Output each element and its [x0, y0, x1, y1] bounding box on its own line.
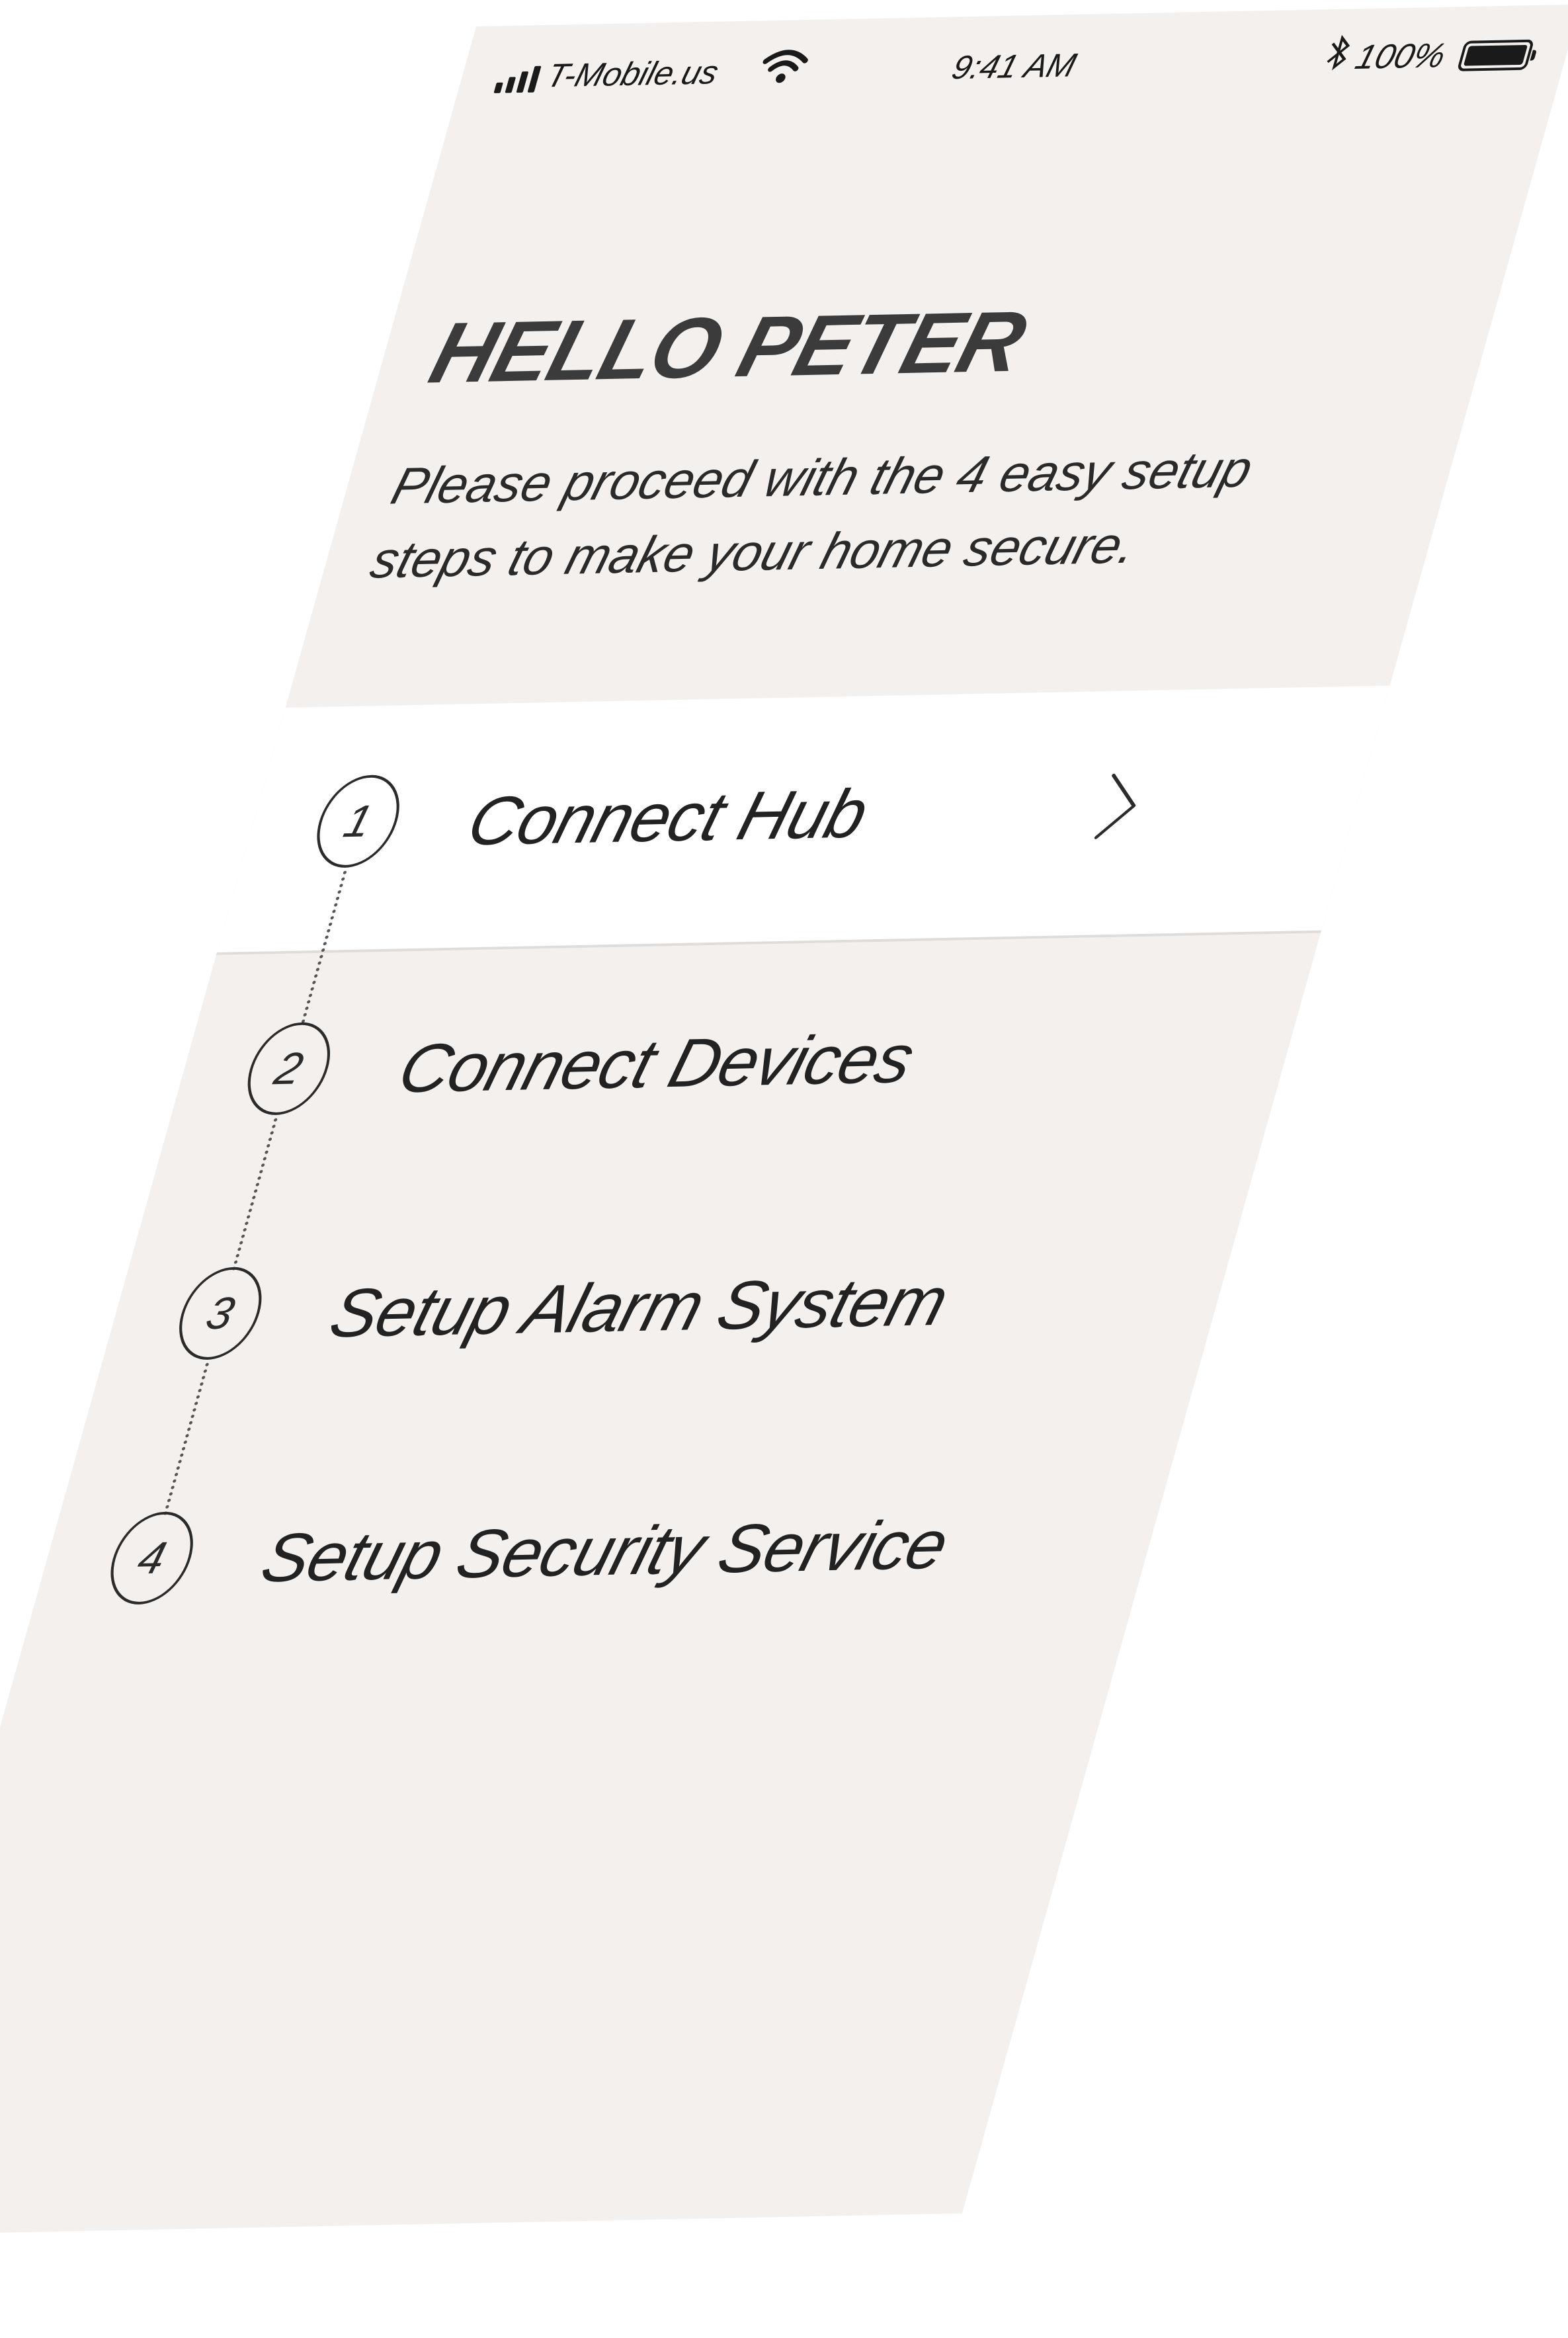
greeting-subtitle: Please proceed with the 4 easy setup ste…	[364, 439, 1259, 589]
step-label: Connect Hub	[460, 775, 876, 860]
battery-icon	[1456, 39, 1535, 71]
step-setup-alarm-system[interactable]: 3 Setup Alarm System	[79, 1178, 1253, 1515]
step-number-badge: 1	[306, 774, 411, 868]
greeting-title: HELLO PETER	[420, 292, 1035, 401]
battery-percentage: 100%	[1351, 36, 1450, 77]
step-number-badge: 3	[168, 1266, 272, 1360]
chevron-right-icon	[1094, 773, 1136, 839]
step-connect-hub[interactable]: 1 Connect Hub	[216, 685, 1390, 1023]
step-label: Setup Security Service	[253, 1506, 956, 1597]
status-bar: T-Mobile.us 9:41 AM 100%	[450, 5, 1568, 119]
step-connect-devices[interactable]: 2 Connect Devices	[147, 933, 1321, 1271]
step-label: Connect Devices	[390, 1020, 923, 1108]
step-setup-security-service[interactable]: 4 Setup Security Service	[11, 1423, 1184, 1689]
setup-steps-list: 1 Connect Hub 2 Connect Devices 3 Setup …	[11, 685, 1390, 1689]
step-label: Setup Alarm System	[321, 1263, 956, 1353]
step-number-badge: 4	[100, 1511, 204, 1605]
step-number-badge: 2	[237, 1021, 341, 1116]
phone-screen: T-Mobile.us 9:41 AM 100% HELLO PETER Ple…	[0, 4, 1568, 2235]
stage: T-Mobile.us 9:41 AM 100% HELLO PETER Ple…	[0, 0, 1568, 2338]
